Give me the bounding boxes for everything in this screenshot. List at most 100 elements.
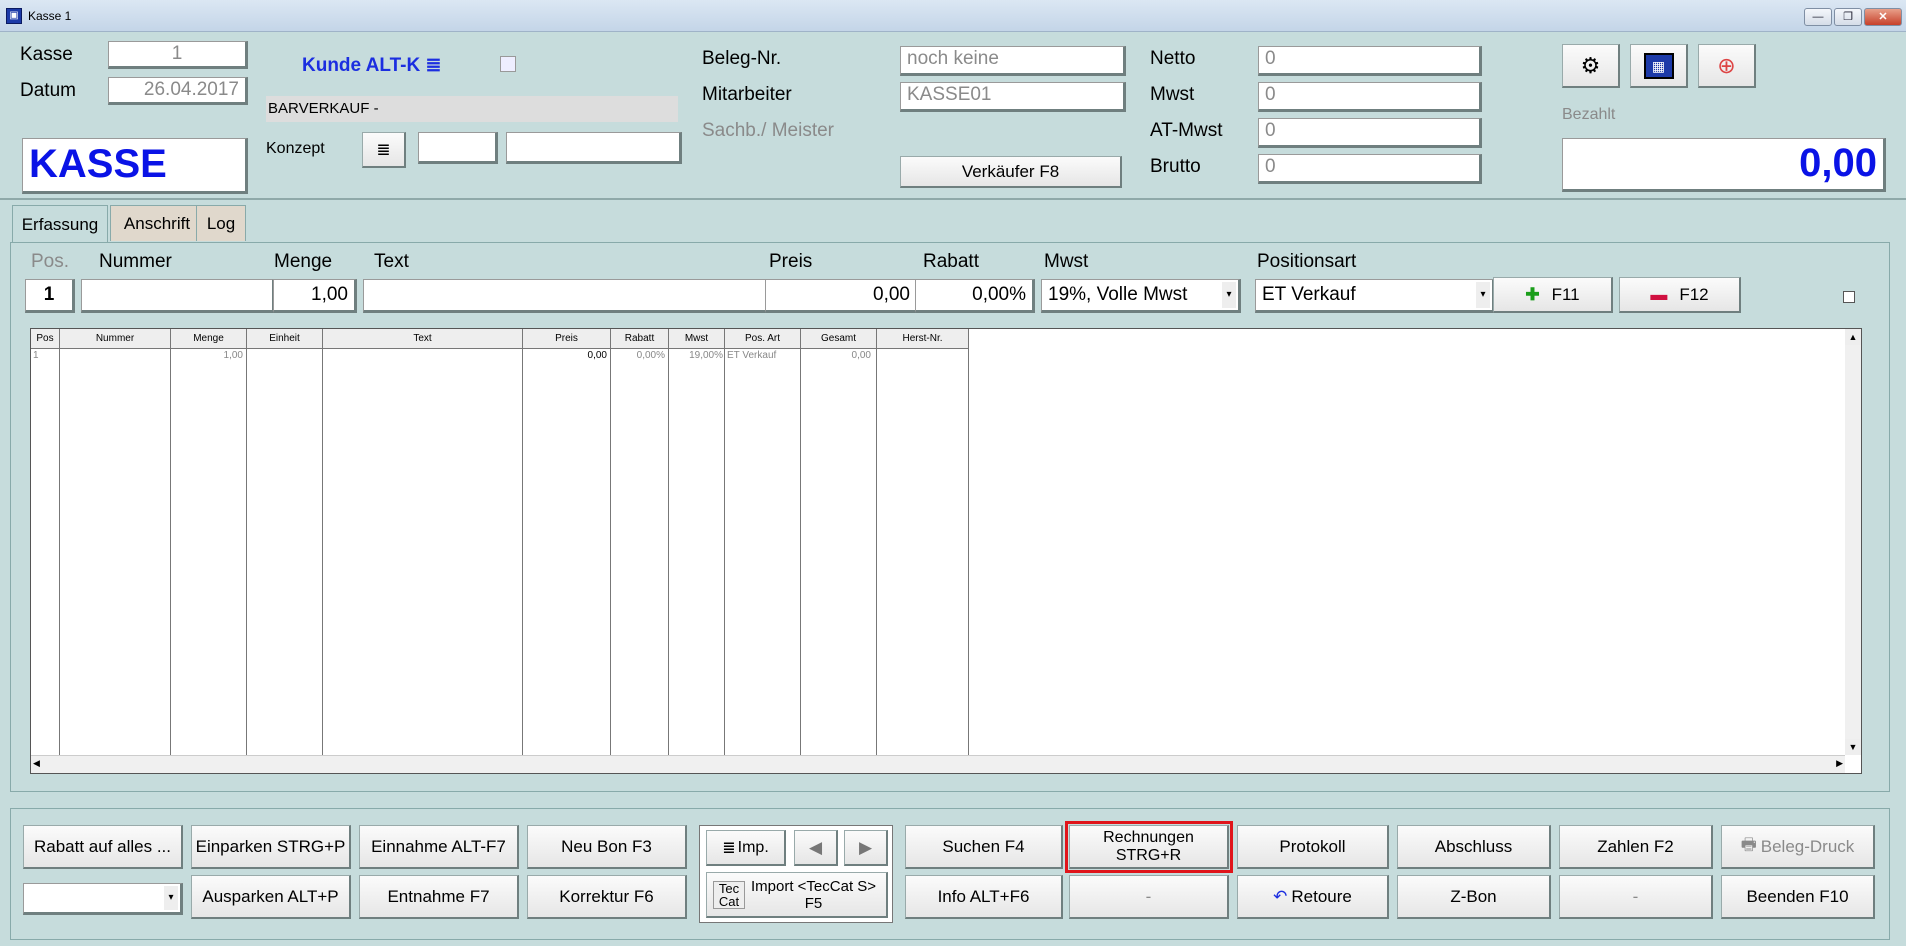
einnahme-button[interactable]: Einnahme ALT-F7 bbox=[359, 825, 519, 869]
rabatt-button[interactable]: Rabatt auf alles ... bbox=[23, 825, 183, 869]
tab-erfassung[interactable]: Erfassung bbox=[12, 205, 108, 243]
cell-mwst[interactable]: 19,00% bbox=[669, 350, 723, 361]
entnahme-button[interactable]: Entnahme F7 bbox=[359, 875, 519, 919]
grid-col-divider bbox=[31, 349, 60, 755]
empty-button-1: - bbox=[1069, 875, 1229, 919]
import-group: ≣ Imp. ◀ ▶ Tec Cat Import <TecCat S> F5 bbox=[699, 825, 893, 923]
grid-col-divider bbox=[725, 349, 801, 755]
info-button[interactable]: Info ALT+F6 bbox=[905, 875, 1063, 919]
grid-col-divider bbox=[611, 349, 669, 755]
scroll-left-icon[interactable]: ◀ bbox=[33, 758, 40, 769]
menge-field[interactable]: 1,00 bbox=[273, 279, 357, 313]
vertical-scrollbar[interactable] bbox=[1845, 345, 1861, 739]
zbon-button[interactable]: Z-Bon bbox=[1397, 875, 1551, 919]
grid-col-divider bbox=[60, 349, 171, 755]
next-button[interactable]: ▶ bbox=[844, 830, 888, 866]
rabatt-field[interactable]: 0,00% bbox=[915, 279, 1035, 313]
einparken-button[interactable]: Einparken STRG+P bbox=[191, 825, 351, 869]
list-icon: ≣ bbox=[425, 55, 442, 76]
suchen-button[interactable]: Suchen F4 bbox=[905, 825, 1063, 869]
arrow-left-icon: ◀ bbox=[808, 837, 823, 857]
chevron-down-icon: ▾ bbox=[1476, 282, 1490, 308]
title-bar: ▣ Kasse 1 — ❐ ✕ bbox=[0, 0, 1906, 32]
grid-header-text[interactable]: Text bbox=[323, 329, 523, 349]
kunde-link[interactable]: Kunde ALT-K ≣ bbox=[302, 54, 441, 77]
cell-gesamt[interactable]: 0,00 bbox=[801, 350, 871, 361]
mwst-select[interactable]: 19%, Volle Mwst ▾ bbox=[1041, 279, 1241, 313]
korrektur-button[interactable]: Korrektur F6 bbox=[527, 875, 687, 919]
undo-icon: ↶ bbox=[1273, 886, 1288, 906]
option-checkbox[interactable] bbox=[1843, 291, 1855, 303]
grid-header-nummer[interactable]: Nummer bbox=[60, 329, 171, 349]
cell-menge[interactable]: 1,00 bbox=[171, 350, 243, 361]
bezahlt-field: 0,00 bbox=[1562, 138, 1886, 192]
konzept-list-button[interactable]: ≣ bbox=[362, 132, 406, 168]
nummer-field[interactable] bbox=[81, 279, 275, 313]
positionsart-select[interactable]: ET Verkauf ▾ bbox=[1255, 279, 1495, 313]
verkaeufer-button[interactable]: Verkäufer F8 bbox=[900, 156, 1122, 188]
remove-position-button[interactable]: ▬ F12 bbox=[1619, 277, 1741, 313]
grid-header-posart[interactable]: Pos. Art bbox=[725, 329, 801, 349]
calculator-icon: ▦ bbox=[1643, 52, 1674, 79]
imp-label: Imp. bbox=[737, 838, 769, 856]
grid-header-preis[interactable]: Preis bbox=[523, 329, 611, 349]
mitarbeiter-field[interactable]: KASSE01 bbox=[900, 82, 1126, 112]
action-panel: Rabatt auf alles ... Einparken STRG+P Ei… bbox=[10, 808, 1890, 940]
beleg-field[interactable]: noch keine bbox=[900, 46, 1126, 76]
edit-customer-icon[interactable] bbox=[500, 56, 516, 72]
close-button[interactable]: ✕ bbox=[1864, 8, 1902, 26]
protokoll-button[interactable]: Protokoll bbox=[1237, 825, 1389, 869]
scroll-up-icon[interactable]: ▲ bbox=[1845, 329, 1861, 345]
preis-field[interactable]: 0,00 bbox=[765, 279, 919, 313]
cell-posart[interactable]: ET Verkauf bbox=[727, 350, 776, 361]
cell-pos[interactable]: 1 bbox=[33, 350, 39, 361]
add-position-button[interactable]: ✚ F11 bbox=[1493, 277, 1613, 313]
cell-rabatt[interactable]: 0,00% bbox=[611, 350, 665, 361]
datum-field[interactable]: 26.04.2017 bbox=[108, 77, 248, 105]
help-button[interactable]: ⊕ bbox=[1698, 44, 1756, 88]
pos-field[interactable]: 1 bbox=[25, 279, 75, 313]
bottom-select[interactable]: ▾ bbox=[23, 883, 183, 915]
chevron-down-icon: ▾ bbox=[1222, 282, 1236, 308]
arrow-right-icon: ▶ bbox=[858, 837, 873, 857]
imp-button[interactable]: ≣ Imp. bbox=[706, 830, 786, 866]
positions-grid[interactable]: Pos Nummer Menge Einheit Text Preis Raba… bbox=[30, 328, 1862, 774]
belegdruck-button: 🖶 Beleg-Druck bbox=[1721, 825, 1875, 869]
prev-button[interactable]: ◀ bbox=[794, 830, 838, 866]
konzept-field-1[interactable] bbox=[418, 132, 498, 164]
text-field[interactable] bbox=[363, 279, 769, 313]
remove-button-label: F12 bbox=[1679, 284, 1709, 304]
grid-header-herstnr[interactable]: Herst-Nr. bbox=[877, 329, 969, 349]
ausparken-button[interactable]: Ausparken ALT+P bbox=[191, 875, 351, 919]
retoure-button[interactable]: ↶ Retoure bbox=[1237, 875, 1389, 919]
calculator-button[interactable]: ▦ bbox=[1630, 44, 1688, 88]
positionsart-label: Positionsart bbox=[1257, 251, 1357, 272]
tab-anschrift[interactable]: Anschrift bbox=[110, 205, 204, 241]
scroll-right-icon[interactable]: ▶ bbox=[1836, 758, 1843, 769]
grid-header-menge[interactable]: Menge bbox=[171, 329, 247, 349]
grid-header-mwst[interactable]: Mwst bbox=[669, 329, 725, 349]
minimize-button[interactable]: — bbox=[1804, 8, 1832, 26]
maximize-button[interactable]: ❐ bbox=[1834, 8, 1862, 26]
cash-drawer-button[interactable]: ⚙ bbox=[1562, 44, 1620, 88]
zahlen-button[interactable]: Zahlen F2 bbox=[1559, 825, 1713, 869]
beenden-button[interactable]: Beenden F10 bbox=[1721, 875, 1875, 919]
grid-header-rabatt[interactable]: Rabatt bbox=[611, 329, 669, 349]
grid-header-gesamt[interactable]: Gesamt bbox=[801, 329, 877, 349]
app-icon: ▣ bbox=[6, 8, 22, 24]
konzept-field-2[interactable] bbox=[506, 132, 682, 164]
abschluss-button[interactable]: Abschluss bbox=[1397, 825, 1551, 869]
kasse-field[interactable]: 1 bbox=[108, 41, 248, 69]
neubon-button[interactable]: Neu Bon F3 bbox=[527, 825, 687, 869]
sachb-label: Sachb./ Meister bbox=[702, 120, 834, 141]
kasse-title: KASSE bbox=[22, 138, 248, 194]
grid-header-pos[interactable]: Pos bbox=[31, 329, 60, 349]
grid-header-einheit[interactable]: Einheit bbox=[247, 329, 323, 349]
scroll-down-icon[interactable]: ▼ bbox=[1845, 739, 1861, 755]
grid-col-divider bbox=[523, 349, 611, 755]
atmwst-label: AT-Mwst bbox=[1150, 120, 1223, 141]
teccat-import-button[interactable]: Tec Cat Import <TecCat S> F5 bbox=[706, 872, 888, 918]
tab-log[interactable]: Log bbox=[196, 205, 246, 241]
cell-preis[interactable]: 0,00 bbox=[523, 350, 607, 361]
horizontal-scrollbar[interactable]: ◀ ▶ bbox=[31, 755, 1845, 773]
